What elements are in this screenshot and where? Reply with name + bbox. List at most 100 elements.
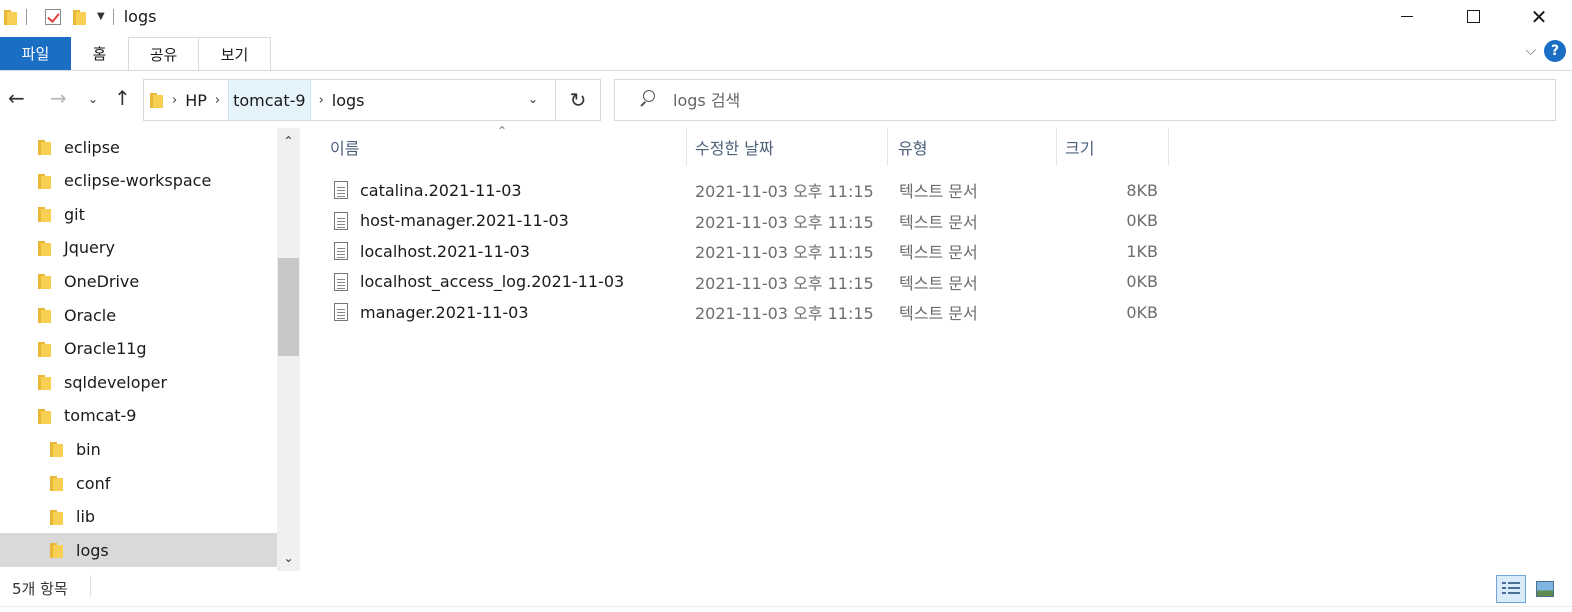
breadcrumb-logs[interactable]: logs — [332, 80, 365, 120]
nav-item-sqldeveloper[interactable]: sqldeveloper — [0, 365, 277, 399]
nav-item-label: logs — [76, 540, 109, 560]
folder-icon — [150, 92, 164, 108]
nav-item-conf[interactable]: conf — [0, 466, 277, 500]
folder-icon — [50, 441, 64, 458]
properties-icon[interactable] — [45, 8, 61, 25]
file-row[interactable]: localhost.2021-11-03 2021-11-03 오후 11:15 텍… — [330, 236, 1170, 266]
status-item-count: 5개 항목 — [12, 580, 68, 598]
search-box[interactable] — [614, 79, 1556, 121]
file-type: 텍스트 문서 — [899, 212, 978, 232]
breadcrumb-tomcat[interactable]: tomcat-9 — [228, 80, 311, 120]
refresh-button[interactable]: ↻ — [556, 79, 601, 121]
folder-icon — [38, 273, 52, 290]
nav-item-onedrive[interactable]: OneDrive — [0, 264, 277, 298]
file-size: 0KB — [1126, 302, 1158, 322]
file-date: 2021-11-03 오후 11:15 — [695, 304, 874, 323]
file-size: 0KB — [1126, 272, 1158, 291]
file-date: 2021-11-03 오후 11:15 — [695, 182, 874, 201]
nav-item-label: Jquery — [64, 238, 115, 258]
nav-item-label: conf — [76, 473, 111, 493]
file-size: 1KB — [1126, 241, 1158, 261]
maximize-button[interactable] — [1440, 0, 1506, 33]
address-dropdown-icon[interactable]: ⌄ — [528, 92, 538, 106]
column-header-size[interactable]: 크기 — [1057, 128, 1169, 166]
nav-item-lib[interactable]: lib — [0, 500, 277, 534]
nav-item-label: tomcat-9 — [64, 406, 137, 426]
breadcrumb-chevron-icon[interactable]: › — [172, 93, 177, 108]
details-view-button[interactable] — [1496, 575, 1526, 603]
breadcrumb-chevron-icon[interactable]: › — [215, 93, 220, 108]
forward-arrow-icon[interactable]: → — [50, 86, 67, 110]
help-icon[interactable]: ? — [1544, 40, 1566, 62]
large-icons-view-button[interactable] — [1530, 575, 1560, 603]
scroll-up-icon[interactable]: ⌃ — [277, 134, 300, 148]
close-button[interactable]: ✕ — [1506, 0, 1572, 33]
file-row[interactable]: localhost_access_log.2021-11-03 2021-11-0… — [330, 267, 1170, 297]
file-name: manager.2021-11-03 — [360, 302, 529, 322]
folder-icon — [4, 9, 18, 25]
search-input[interactable] — [673, 90, 1473, 110]
nav-item-label: eclipse — [64, 137, 120, 157]
breadcrumb-chevron-icon[interactable]: › — [319, 93, 324, 108]
scroll-thumb[interactable] — [278, 258, 299, 356]
column-header-type[interactable]: 유형 — [888, 128, 1057, 166]
nav-scrollbar[interactable]: ⌃ ⌄ — [277, 128, 300, 571]
customize-toolbar-dropdown-icon[interactable]: ▼ — [97, 11, 105, 22]
folder-icon — [38, 139, 52, 155]
nav-item-git[interactable]: git — [0, 197, 277, 231]
column-date-label: 수정한 날짜 — [695, 139, 774, 158]
nav-item-oracle[interactable]: Oracle — [0, 298, 277, 332]
text-document-icon — [334, 211, 348, 230]
nav-item-jquery[interactable]: Jquery — [0, 231, 277, 265]
tab-view[interactable]: 보기 — [199, 37, 271, 70]
file-row[interactable]: manager.2021-11-03 2021-11-03 오후 11:15 텍스트… — [330, 297, 1170, 327]
nav-item-eclipse[interactable]: eclipse — [0, 130, 277, 164]
minimize-button[interactable] — [1374, 0, 1440, 33]
nav-item-label: lib — [76, 507, 96, 527]
file-row[interactable]: host-manager.2021-11-03 2021-11-03 오후 11:… — [330, 206, 1170, 236]
tab-share[interactable]: 공유 — [128, 37, 199, 70]
folder-icon — [38, 341, 52, 357]
tab-file[interactable]: 파일 — [0, 37, 71, 70]
nav-item-label: Oracle — [64, 305, 117, 325]
column-size-label: 크기 — [1065, 139, 1095, 158]
file-size: 8KB — [1126, 180, 1158, 200]
address-bar[interactable]: › HP › tomcat-9 › logs — [143, 79, 556, 121]
nav-item-bin[interactable]: bin — [0, 432, 277, 466]
expand-ribbon-icon[interactable]: ⌵ — [1525, 43, 1536, 59]
new-folder-icon[interactable] — [73, 9, 87, 25]
nav-item-logs[interactable]: logs — [0, 533, 277, 568]
file-type: 텍스트 문서 — [899, 304, 978, 323]
scroll-down-icon[interactable]: ⌄ — [277, 551, 300, 565]
folder-icon — [38, 206, 52, 223]
details-view-icon — [1502, 581, 1520, 597]
file-date: 2021-11-03 오후 11:15 — [695, 273, 874, 293]
nav-item-eclipse-workspace[interactable]: eclipse-workspace — [0, 164, 277, 198]
column-header-name[interactable]: 이름 — [330, 128, 687, 166]
text-document-icon — [334, 272, 348, 291]
column-type-label: 유형 — [898, 139, 928, 158]
close-icon: ✕ — [1530, 4, 1548, 29]
back-arrow-icon[interactable]: ← — [8, 86, 25, 110]
recent-locations-chevron-icon[interactable]: ⌄ — [88, 92, 98, 106]
title-bar: ▼ logs ✕ — [0, 0, 1572, 33]
folder-icon — [38, 408, 52, 424]
nav-item-label: bin — [76, 439, 101, 459]
text-document-icon — [334, 303, 348, 321]
large-icons-view-icon — [1536, 581, 1554, 597]
quick-access-toolbar: ▼ logs — [0, 0, 156, 33]
nav-item-tomcat-9[interactable]: tomcat-9 — [0, 399, 277, 433]
up-arrow-icon[interactable]: ↑ — [114, 86, 131, 110]
breadcrumb-hp[interactable]: HP — [185, 80, 207, 120]
nav-item-label: git — [64, 204, 85, 224]
folder-icon — [38, 240, 52, 256]
window-bottom-edge — [0, 606, 1572, 612]
nav-item-oracle11g[interactable]: Oracle11g — [0, 332, 277, 366]
folder-icon — [38, 374, 52, 391]
file-name: localhost_access_log.2021-11-03 — [360, 272, 625, 291]
column-header-date[interactable]: 수정한 날짜 — [687, 128, 888, 166]
search-icon — [635, 86, 663, 114]
file-date: 2021-11-03 오후 11:15 — [695, 212, 874, 232]
file-row[interactable]: catalina.2021-11-03 2021-11-03 오후 11:15 텍스… — [330, 175, 1170, 205]
tab-home[interactable]: 홈 — [71, 37, 128, 70]
